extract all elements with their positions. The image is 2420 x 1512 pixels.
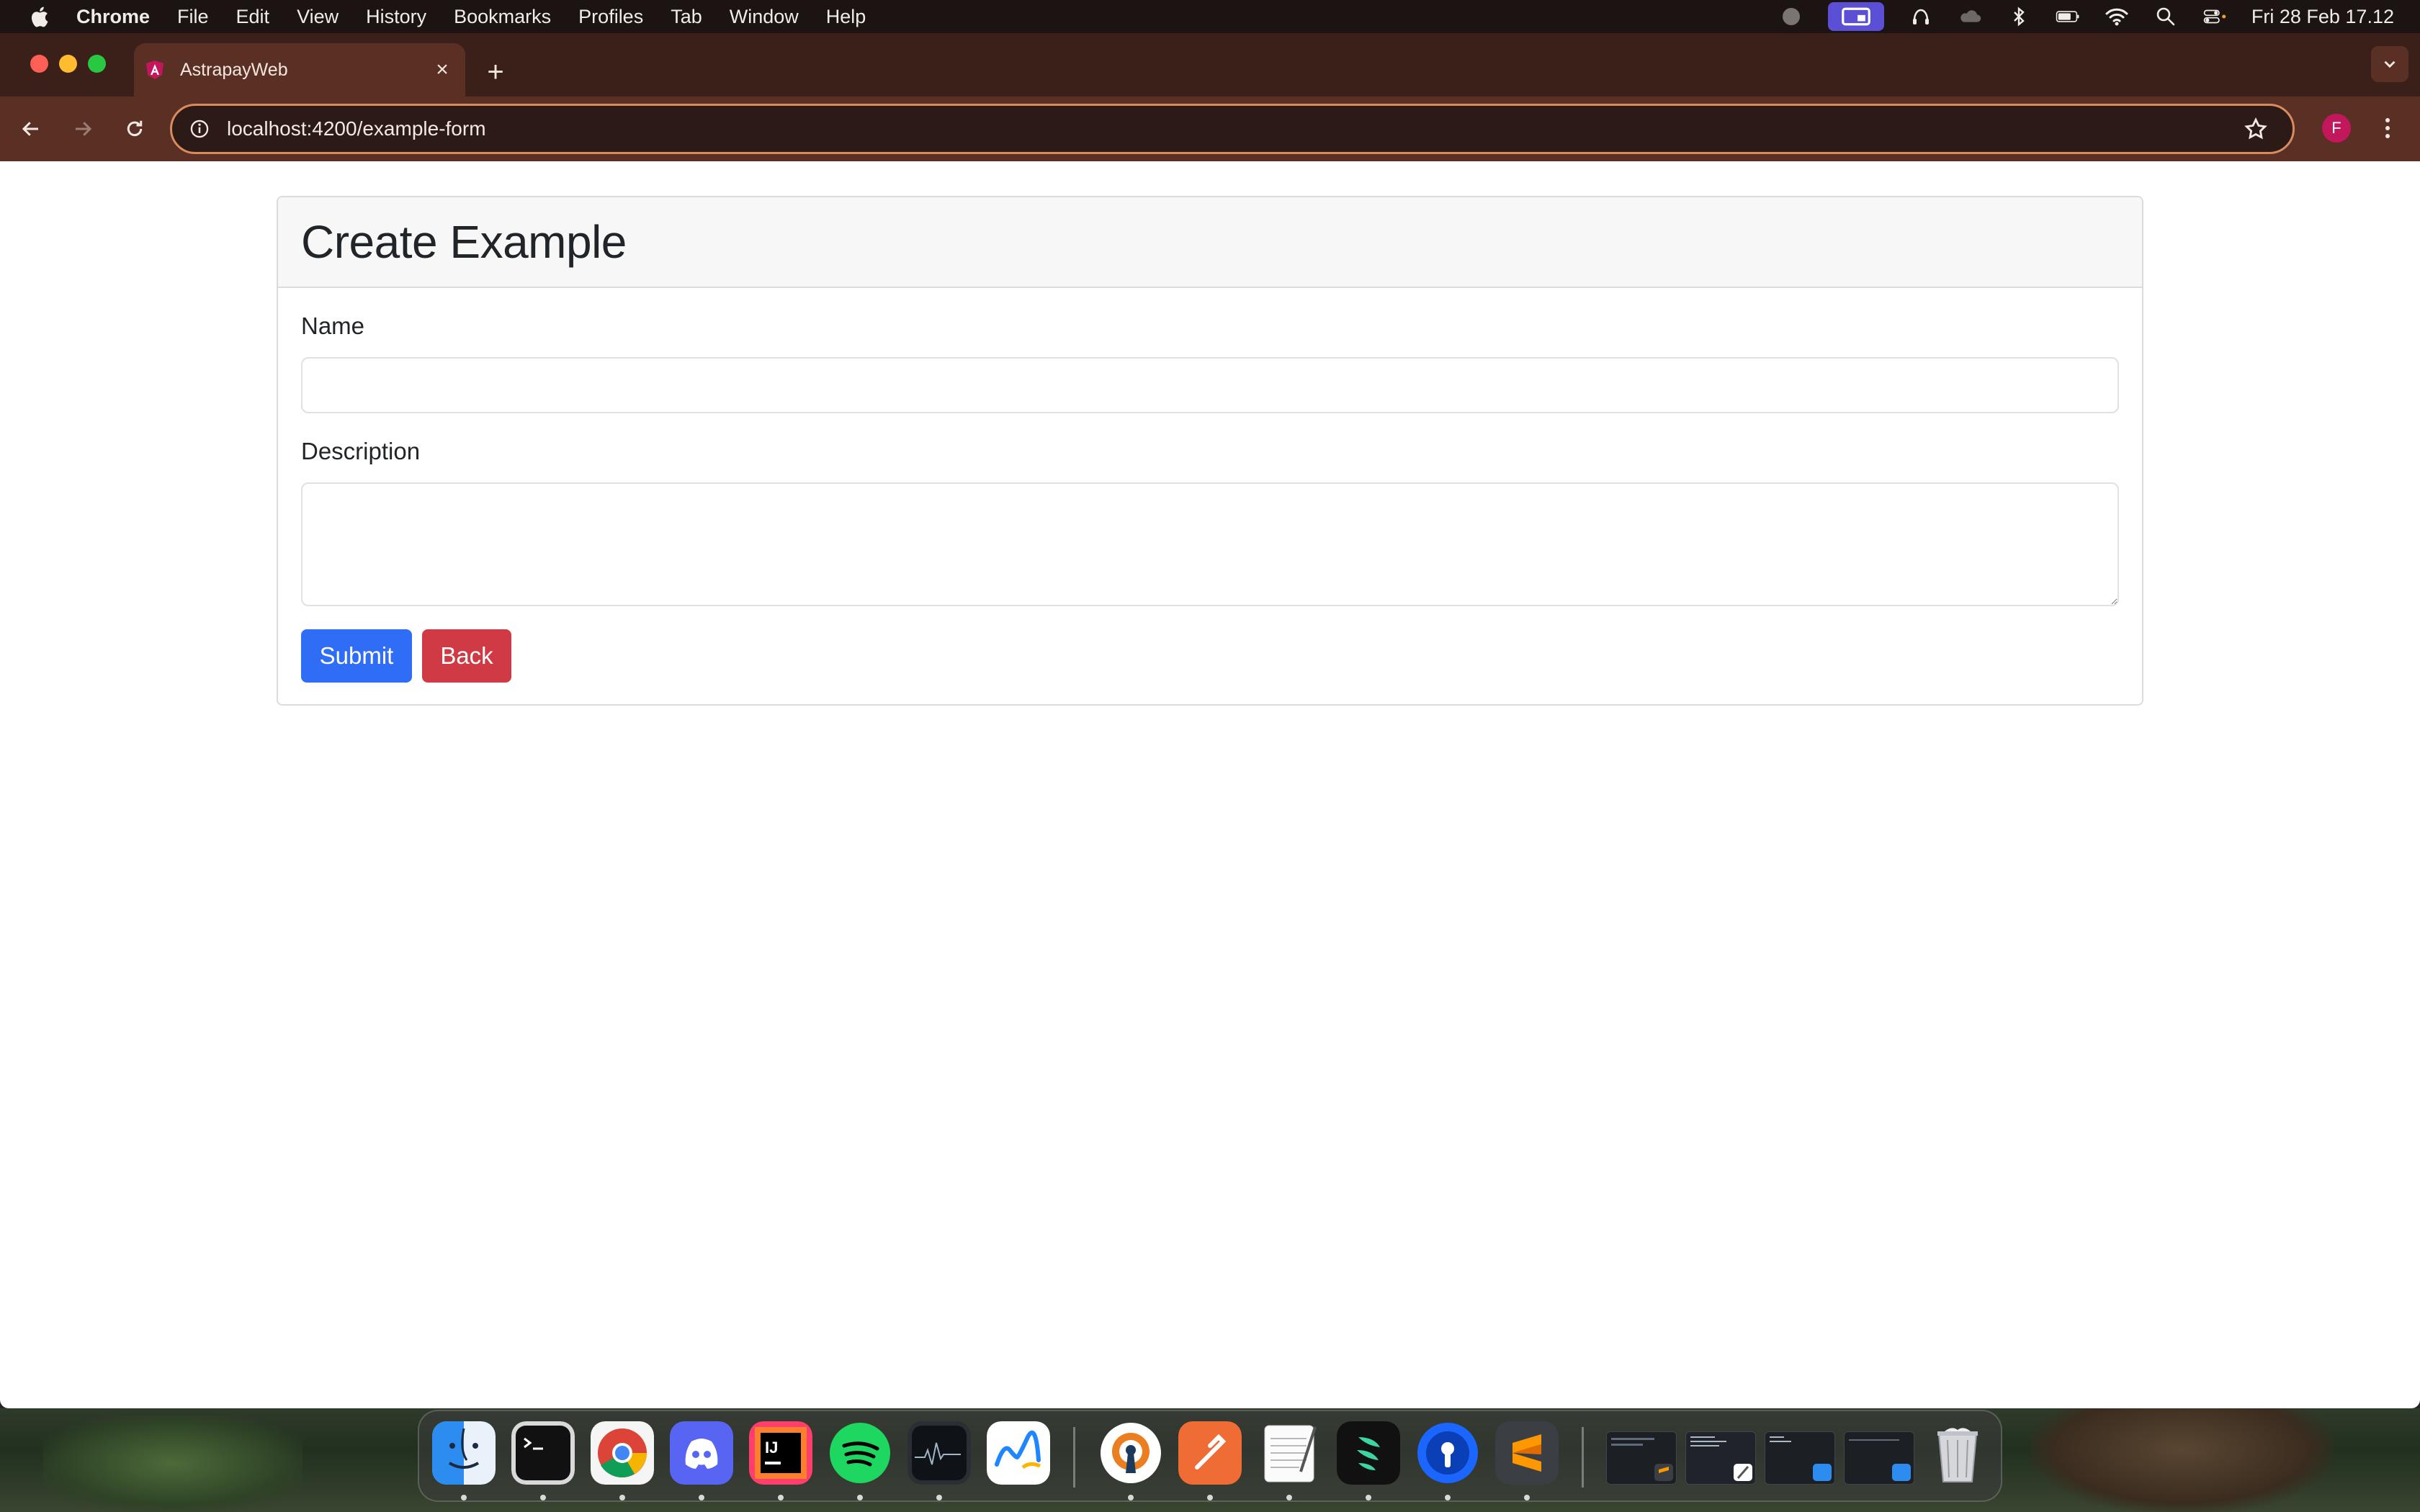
minimized-window-thumbnail[interactable] bbox=[1606, 1431, 1677, 1485]
back-arrow-icon[interactable] bbox=[14, 112, 48, 145]
address-url[interactable]: localhost:4200/example-form bbox=[227, 117, 2244, 140]
openvpn-icon[interactable] bbox=[1099, 1421, 1162, 1485]
name-label: Name bbox=[301, 312, 365, 339]
activity-monitor-running-dot bbox=[936, 1495, 942, 1500]
tab-astrapayweb[interactable]: AstrapayWeb × bbox=[134, 43, 465, 96]
name-input[interactable] bbox=[301, 357, 2119, 413]
dock-app-running-dot bbox=[1366, 1495, 1371, 1500]
1password-icon[interactable] bbox=[1416, 1421, 1479, 1485]
sublime-text-icon[interactable] bbox=[1495, 1421, 1559, 1485]
menu-history[interactable]: History bbox=[366, 6, 426, 28]
finder-icon[interactable] bbox=[432, 1421, 496, 1485]
page-title: Create Example bbox=[301, 216, 627, 268]
postman-icon[interactable] bbox=[1178, 1421, 1242, 1485]
minimized-window-thumbnail[interactable] bbox=[1765, 1431, 1835, 1485]
minimized-window-thumbnail[interactable] bbox=[1844, 1431, 1914, 1485]
tab-search-chevron-icon[interactable] bbox=[2371, 46, 2408, 82]
menu-file[interactable]: File bbox=[177, 6, 209, 28]
fullscreen-window-button[interactable] bbox=[88, 55, 106, 73]
browser-toolbar: localhost:4200/example-form bbox=[0, 96, 2420, 161]
macos-menu-bar: Chrome File Edit View History Bookmarks … bbox=[0, 0, 2420, 33]
spotlight-search-icon[interactable] bbox=[2154, 6, 2178, 27]
menu-view[interactable]: View bbox=[297, 6, 339, 28]
profile-avatar[interactable]: F bbox=[2322, 114, 2351, 143]
cloud-icon[interactable] bbox=[1958, 6, 1982, 27]
bookmark-star-icon[interactable] bbox=[2244, 117, 2268, 141]
discord-running-dot bbox=[699, 1495, 704, 1500]
wifi-icon[interactable] bbox=[2105, 6, 2129, 27]
chrome-menu-icon[interactable] bbox=[2377, 112, 2398, 144]
back-button[interactable]: Back bbox=[422, 629, 511, 683]
bluetooth-icon[interactable] bbox=[2007, 6, 2031, 27]
menu-app-name[interactable]: Chrome bbox=[76, 6, 150, 28]
textedit-running-dot bbox=[1286, 1495, 1292, 1500]
control-center-icon[interactable] bbox=[2202, 6, 2227, 27]
1password-running-dot bbox=[1445, 1495, 1451, 1500]
terminal-icon[interactable] bbox=[511, 1421, 575, 1485]
spotify-icon[interactable] bbox=[828, 1421, 892, 1485]
macos-dock: IJ bbox=[418, 1410, 2002, 1502]
example-form-card: Create Example Name Description Submit Ba… bbox=[277, 196, 2143, 706]
spotify-running-dot bbox=[857, 1495, 863, 1500]
page-viewport: Create Example Name Description Submit Ba… bbox=[0, 161, 2420, 1408]
intellij-icon[interactable]: IJ bbox=[749, 1421, 812, 1485]
trash-icon[interactable] bbox=[1926, 1421, 1989, 1485]
activity-monitor-icon[interactable] bbox=[908, 1421, 971, 1485]
chrome-icon[interactable] bbox=[591, 1421, 654, 1485]
card-header: Create Example bbox=[278, 197, 2142, 288]
tab-close-icon[interactable]: × bbox=[429, 57, 455, 83]
minimize-window-button[interactable] bbox=[59, 55, 77, 73]
menu-window[interactable]: Window bbox=[730, 6, 799, 28]
dock-app-icon[interactable] bbox=[1337, 1421, 1400, 1485]
menu-profiles[interactable]: Profiles bbox=[578, 6, 643, 28]
record-icon[interactable] bbox=[1779, 6, 1803, 27]
screen-share-icon[interactable] bbox=[1827, 2, 1884, 31]
chrome-running-dot bbox=[619, 1495, 625, 1500]
address-bar[interactable]: localhost:4200/example-form bbox=[170, 104, 2295, 154]
tab-title: AstrapayWeb bbox=[180, 59, 288, 80]
apple-menu-icon[interactable] bbox=[29, 5, 49, 28]
forward-arrow-icon[interactable] bbox=[66, 112, 99, 145]
submit-button[interactable]: Submit bbox=[301, 629, 412, 683]
dock-separator bbox=[1073, 1427, 1075, 1488]
new-tab-icon[interactable]: + bbox=[481, 58, 510, 86]
textedit-icon[interactable] bbox=[1258, 1421, 1321, 1485]
sublime-running-dot bbox=[1524, 1495, 1530, 1500]
airpods-icon[interactable] bbox=[1909, 6, 1933, 27]
dock-separator-2 bbox=[1582, 1427, 1584, 1488]
discord-icon[interactable] bbox=[670, 1421, 733, 1485]
menu-tab[interactable]: Tab bbox=[671, 6, 702, 28]
finder-running-dot bbox=[461, 1495, 467, 1500]
reload-icon[interactable] bbox=[118, 112, 151, 145]
freeform-icon[interactable] bbox=[987, 1421, 1050, 1485]
menu-help[interactable]: Help bbox=[826, 6, 866, 28]
angular-favicon-icon bbox=[144, 59, 166, 81]
site-info-icon[interactable] bbox=[189, 119, 210, 139]
terminal-running-dot bbox=[540, 1495, 546, 1500]
postman-running-dot bbox=[1207, 1495, 1213, 1500]
minimized-window-thumbnail[interactable] bbox=[1685, 1431, 1756, 1485]
battery-icon[interactable] bbox=[2056, 6, 2080, 27]
description-label: Description bbox=[301, 438, 421, 464]
close-window-button[interactable] bbox=[30, 55, 48, 73]
form-body: Name Description Submit Back bbox=[278, 288, 2142, 683]
intellij-running-dot bbox=[778, 1495, 784, 1500]
status-area: Fri 28 Feb 17.12 bbox=[1779, 0, 2394, 33]
openvpn-running-dot bbox=[1128, 1495, 1134, 1500]
svg-text:IJ: IJ bbox=[765, 1439, 778, 1457]
description-textarea[interactable] bbox=[301, 482, 2119, 606]
menu-bookmarks[interactable]: Bookmarks bbox=[454, 6, 551, 28]
menubar-clock[interactable]: Fri 28 Feb 17.12 bbox=[2251, 6, 2394, 28]
menu-edit[interactable]: Edit bbox=[236, 6, 270, 28]
browser-tab-strip: AstrapayWeb × + bbox=[0, 33, 2420, 96]
